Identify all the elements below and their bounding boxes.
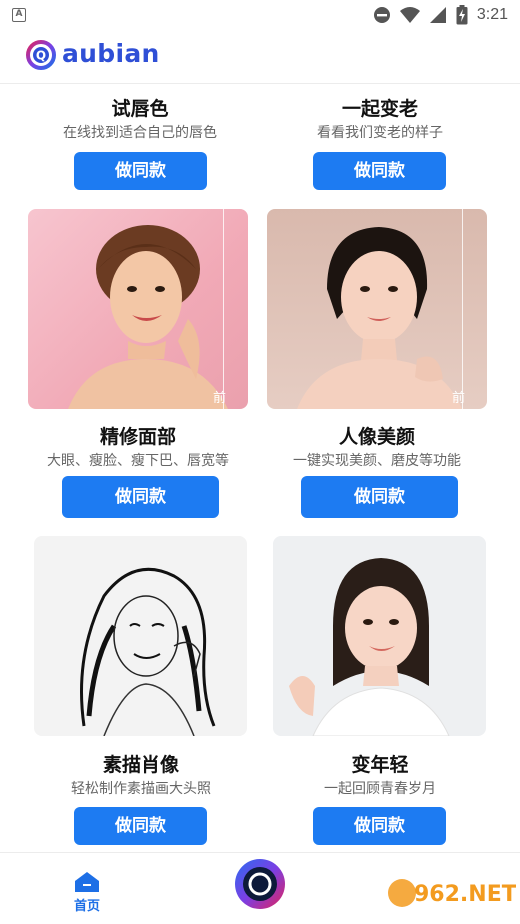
card-subtitle: 一键实现美颜、磨皮等功能 (293, 453, 461, 469)
sketch-photo (34, 536, 247, 736)
nav-home[interactable]: 首页 (66, 871, 108, 914)
signal-icon (429, 7, 446, 23)
card-subtitle: 轻松制作素描画大头照 (71, 781, 211, 797)
portrait-illustration (297, 227, 462, 409)
card-age-together[interactable]: 一起变老 看看我们变老的样子 做同款 (260, 84, 500, 194)
a-icon: A (12, 8, 26, 22)
card-subtitle: 大眼、瘦脸、瘦下巴、唇宽等 (47, 453, 229, 469)
wifi-icon (399, 7, 420, 23)
portrait-illustration (68, 225, 228, 409)
logo-letter: Q (36, 49, 46, 63)
compare-divider (223, 209, 224, 409)
make-same-button[interactable]: 做同款 (301, 476, 458, 518)
before-label: 前 (451, 391, 465, 406)
card-title: 试唇色 (111, 98, 169, 120)
card-title: 精修面部 (99, 426, 176, 448)
face-retouch-photo: 前 (28, 209, 248, 409)
card-face-retouch[interactable]: 前 精修面部 大眼、瘦脸、瘦下巴、唇宽等 做同款 (28, 209, 248, 519)
status-icons: 3:21 (373, 4, 508, 26)
make-same-button[interactable]: 做同款 (313, 807, 446, 845)
card-younger[interactable]: 变年轻 一起回顾青春岁月 做同款 (273, 536, 487, 846)
watermark-text: 962.NET (414, 882, 516, 907)
battery-charging-icon (456, 5, 468, 25)
portrait-illustration (289, 558, 450, 736)
make-same-button[interactable]: 做同款 (74, 807, 207, 845)
card-beauty[interactable]: 前 人像美颜 一键实现美颜、磨皮等功能 做同款 (267, 209, 487, 519)
before-label: 前 (212, 391, 226, 406)
logo-icon: Q (26, 40, 56, 70)
camera-center-button[interactable] (234, 858, 286, 910)
sketch-illustration (80, 567, 216, 736)
card-subtitle: 在线找到适合自己的唇色 (63, 125, 217, 141)
card-title: 变年轻 (351, 754, 409, 776)
card-lip-color[interactable]: 试唇色 在线找到适合自己的唇色 做同款 (20, 84, 260, 194)
do-not-disturb-icon (373, 7, 390, 23)
watermark-logo: 962.NET (388, 879, 516, 907)
app-header: Q aubian (0, 30, 520, 84)
make-same-button[interactable]: 做同款 (313, 152, 446, 190)
card-subtitle: 看看我们变老的样子 (317, 125, 443, 141)
card-sketch-portrait[interactable]: 素描肖像 轻松制作素描画大头照 做同款 (34, 536, 248, 846)
card-subtitle: 一起回顾青春岁月 (324, 781, 436, 797)
logo-text: aubian (62, 39, 160, 68)
nav-home-label: 首页 (73, 899, 100, 914)
card-title: 素描肖像 (102, 754, 179, 776)
younger-photo (273, 536, 486, 736)
make-same-button[interactable]: 做同款 (62, 476, 219, 518)
bottom-navigation: 首页 962.NET (0, 852, 520, 924)
clock: 3:21 (476, 6, 508, 23)
card-title: 人像美颜 (338, 426, 415, 448)
compare-divider (462, 209, 463, 409)
status-bar: A 3:21 (0, 0, 520, 30)
home-icon (75, 872, 99, 892)
card-title: 一起变老 (341, 98, 418, 120)
make-same-button[interactable]: 做同款 (74, 152, 207, 190)
beauty-photo: 前 (267, 209, 487, 409)
